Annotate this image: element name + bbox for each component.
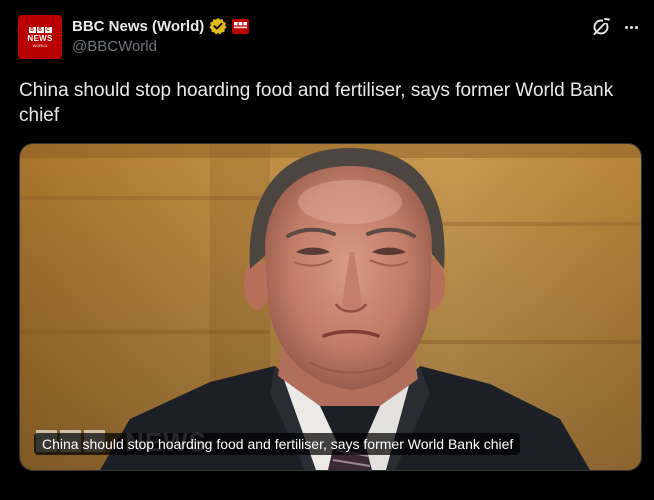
logo-block-c: C xyxy=(44,26,52,33)
more-options-icon[interactable] xyxy=(620,16,642,38)
grok-icon[interactable] xyxy=(590,16,612,38)
verified-badge-icon[interactable] xyxy=(209,17,227,35)
avatar[interactable]: B B C NEWS WORLD xyxy=(18,15,62,59)
more-dot xyxy=(624,25,628,29)
author-name-row: BBC News (World) xyxy=(72,15,250,37)
media-image[interactable]: NEWS China should stop hoarding food and… xyxy=(19,143,642,471)
post-text: China should stop hoarding food and fert… xyxy=(19,80,614,126)
more-dot xyxy=(629,25,633,29)
bbc-logo-blocks: B B C xyxy=(28,26,52,33)
portrait-photo xyxy=(20,144,641,470)
media-caption: China should stop hoarding food and fert… xyxy=(34,433,521,455)
more-dot xyxy=(634,25,638,29)
affiliation-badge-icon[interactable] xyxy=(232,18,250,34)
post-card: B B C NEWS WORLD BBC News (World) @BBCWo… xyxy=(0,0,654,500)
display-name[interactable]: BBC News (World) xyxy=(72,18,204,35)
logo-block-b1: B xyxy=(28,26,36,33)
logo-block-b2: B xyxy=(36,26,44,33)
avatar-world-text: WORLD xyxy=(32,42,48,48)
avatar-news-text: NEWS xyxy=(27,33,53,43)
user-handle[interactable]: @BBCWorld xyxy=(72,38,157,55)
